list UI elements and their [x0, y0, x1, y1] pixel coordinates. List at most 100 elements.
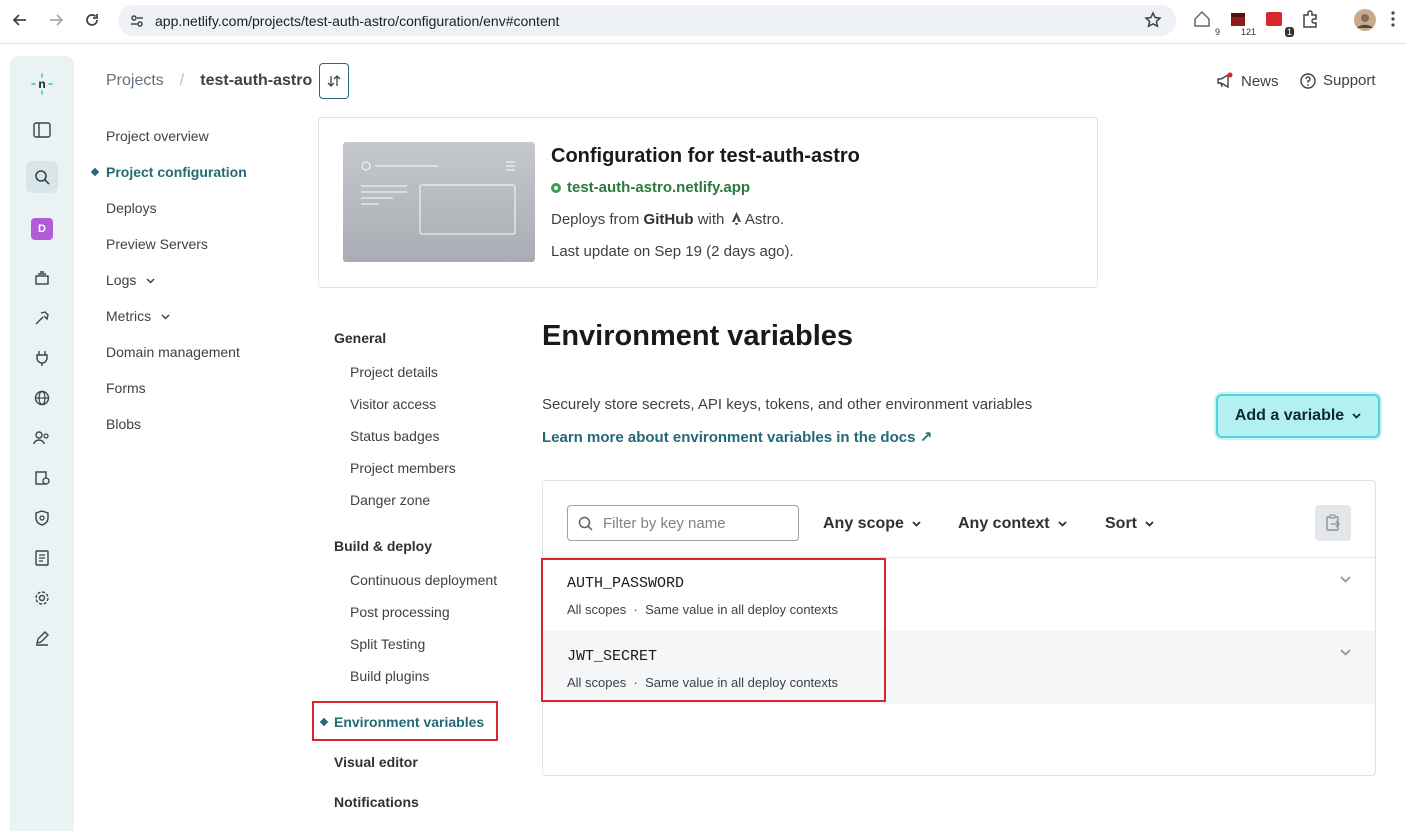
deploy-provider: GitHub	[643, 211, 694, 228]
extension-badge: 1	[1284, 27, 1294, 37]
subnav-notifications[interactable]: Notifications	[334, 794, 419, 810]
hammer-icon[interactable]	[30, 306, 54, 330]
deploy-source: Deploys from GitHub with Astro.	[551, 211, 784, 228]
subnav-danger-zone[interactable]: Danger zone	[350, 492, 430, 508]
site-preview-thumbnail[interactable]	[343, 142, 535, 262]
active-indicator	[90, 167, 100, 177]
configuration-card: Configuration for test-auth-astro test-a…	[318, 117, 1098, 288]
home-extension-icon[interactable]: 9	[1192, 9, 1222, 37]
projects-stack-icon[interactable]	[30, 266, 54, 290]
context-dropdown-label: Any context	[958, 515, 1050, 532]
url-text: app.netlify.com/projects/test-auth-astro…	[155, 13, 560, 29]
browser-toolbar: app.netlify.com/projects/test-auth-astro…	[0, 0, 1406, 44]
nav-logs[interactable]: Logs	[106, 272, 155, 288]
env-description: Securely store secrets, API keys, tokens…	[542, 396, 1033, 413]
help-circle-icon	[1300, 72, 1316, 89]
add-variable-label: Add a variable	[1234, 407, 1345, 424]
nav-forms[interactable]: Forms	[106, 380, 146, 396]
filter-field[interactable]	[567, 505, 799, 541]
browser-menu-icon[interactable]	[1390, 9, 1406, 35]
news-link[interactable]: News	[1216, 72, 1279, 90]
nav-project-configuration[interactable]: Project configuration	[90, 164, 247, 180]
switch-arrows-icon	[327, 75, 341, 87]
chevron-down-icon	[912, 521, 921, 527]
billing-icon[interactable]	[30, 466, 54, 490]
forward-icon[interactable]	[44, 8, 68, 32]
globe-icon[interactable]	[30, 386, 54, 410]
profile-avatar[interactable]	[1354, 9, 1380, 35]
chevron-down-icon	[1340, 576, 1351, 583]
subnav-continuous-deployment[interactable]: Continuous deployment	[350, 572, 497, 588]
calendar-extension-icon[interactable]: 121	[1228, 9, 1258, 37]
users-icon[interactable]	[30, 426, 54, 450]
chevron-down-icon	[1352, 413, 1361, 419]
scope-dropdown-label: Any scope	[823, 515, 904, 532]
site-url-link[interactable]: test-auth-astro.netlify.app	[551, 179, 750, 196]
gear-icon[interactable]	[30, 586, 54, 610]
subnav-build-plugins[interactable]: Build plugins	[350, 668, 429, 684]
deploy-source-prefix: Deploys from	[551, 211, 640, 228]
search-icon[interactable]	[26, 161, 58, 193]
subnav-project-members[interactable]: Project members	[350, 460, 456, 476]
support-label: Support	[1323, 72, 1376, 89]
scope-dropdown[interactable]: Any scope	[823, 515, 921, 533]
netlify-logo-icon[interactable]: n	[30, 72, 54, 96]
bookmark-star-icon[interactable]	[1144, 11, 1162, 34]
subnav-status-badges[interactable]: Status badges	[350, 428, 440, 444]
megaphone-icon	[1217, 72, 1233, 89]
page-title: Environment variables	[542, 320, 854, 352]
copy-variables-button[interactable]	[1315, 505, 1351, 541]
red-extension-icon[interactable]: 1	[1264, 9, 1294, 37]
pencil-icon[interactable]	[30, 626, 54, 650]
nav-label: Logs	[106, 272, 137, 288]
icon-rail: n D	[10, 56, 74, 831]
reload-icon[interactable]	[80, 8, 104, 32]
docs-link[interactable]: Learn more about environment variables i…	[542, 428, 932, 446]
site-url-text: test-auth-astro.netlify.app	[567, 179, 751, 196]
filter-input[interactable]	[603, 514, 783, 532]
back-icon[interactable]	[8, 8, 32, 32]
framework-name: Astro.	[744, 211, 785, 228]
site-settings-icon[interactable]	[129, 13, 145, 34]
extension-badge: 9	[1212, 27, 1222, 37]
nav-preview-servers[interactable]: Preview Servers	[106, 236, 208, 252]
team-avatar[interactable]: D	[31, 218, 53, 240]
svg-text:n: n	[38, 77, 45, 91]
nav-blobs[interactable]: Blobs	[106, 416, 141, 432]
breadcrumb-projects-link[interactable]: Projects	[106, 72, 164, 90]
highlight-box-env-nav	[312, 701, 498, 741]
deploy-with: with	[697, 211, 725, 228]
extension-badge: 121	[1238, 27, 1258, 37]
project-switcher-button[interactable]	[319, 63, 349, 99]
add-variable-button[interactable]: Add a variable	[1216, 394, 1380, 438]
subnav-split-testing[interactable]: Split Testing	[350, 636, 425, 652]
address-bar[interactable]: app.netlify.com/projects/test-auth-astro…	[118, 5, 1176, 36]
docs-icon[interactable]	[30, 546, 54, 570]
subnav-visual-editor[interactable]: Visual editor	[334, 754, 418, 770]
breadcrumb-separator: /	[179, 72, 185, 89]
search-icon	[578, 516, 593, 531]
subnav-visitor-access[interactable]: Visitor access	[350, 396, 436, 412]
nav-deploys[interactable]: Deploys	[106, 200, 157, 216]
highlight-box-variables	[541, 558, 886, 702]
nav-domain-management[interactable]: Domain management	[106, 344, 240, 360]
status-dot-icon	[551, 182, 561, 193]
config-title: Configuration for test-auth-astro	[551, 145, 860, 167]
sidebar-toggle-icon[interactable]	[30, 118, 54, 142]
subnav-project-details[interactable]: Project details	[350, 364, 438, 380]
nav-project-overview[interactable]: Project overview	[106, 128, 209, 144]
astro-logo-icon	[731, 212, 741, 225]
subnav-post-processing[interactable]: Post processing	[350, 604, 450, 620]
shield-icon[interactable]	[30, 506, 54, 530]
nav-metrics[interactable]: Metrics	[106, 308, 170, 324]
sort-dropdown[interactable]: Sort	[1105, 515, 1154, 533]
support-link[interactable]: Support	[1300, 72, 1376, 89]
last-update: Last update on Sep 19 (2 days ago).	[551, 243, 794, 260]
puzzle-icon[interactable]	[1300, 9, 1326, 35]
subnav-general[interactable]: General	[334, 330, 386, 346]
context-dropdown[interactable]: Any context	[958, 515, 1067, 533]
sort-dropdown-label: Sort	[1105, 515, 1137, 532]
breadcrumb-current-project: test-auth-astro	[200, 72, 313, 89]
plug-icon[interactable]	[30, 346, 54, 370]
subnav-build-deploy[interactable]: Build & deploy	[334, 538, 432, 554]
